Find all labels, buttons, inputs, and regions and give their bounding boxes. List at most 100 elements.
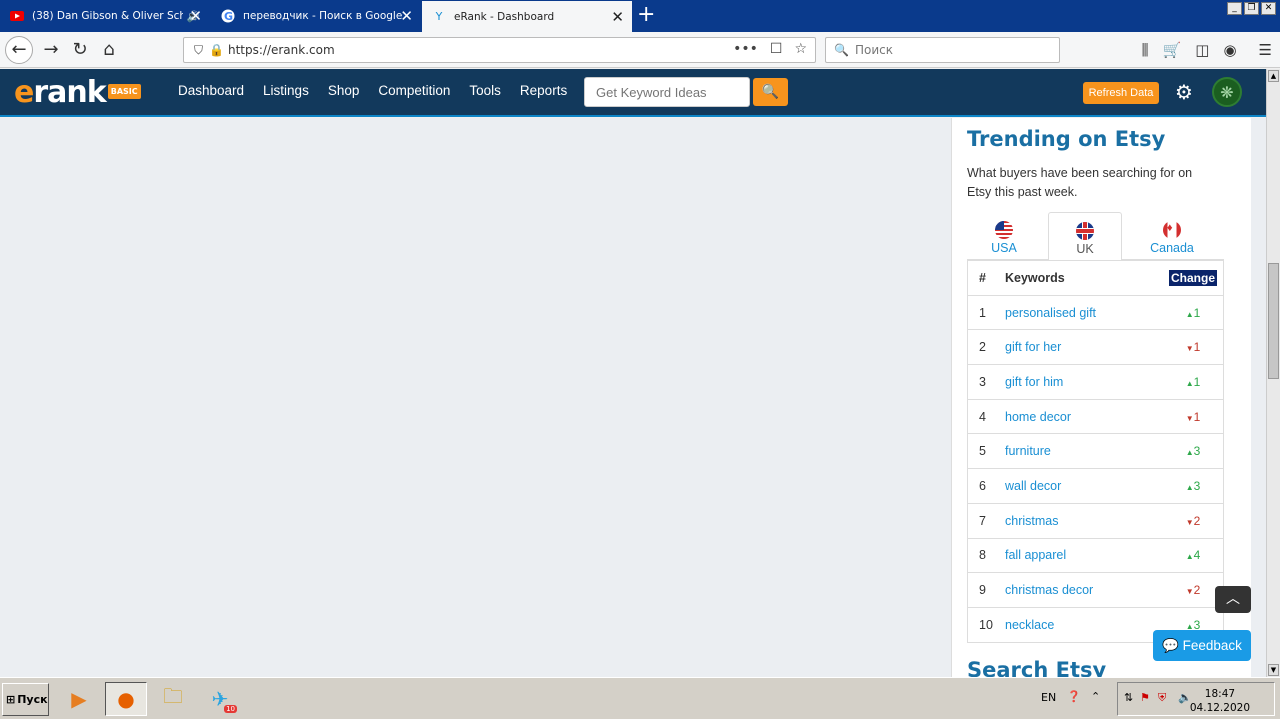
keyword-link[interactable]: personalised gift — [1005, 306, 1163, 320]
menu-reports[interactable]: Reports — [520, 83, 567, 98]
flag-icon[interactable]: ⚑ — [1140, 691, 1150, 704]
erank-logo[interactable]: erank BASIC — [14, 75, 141, 109]
sidebar-icon[interactable]: ◫ — [1195, 41, 1209, 59]
usa-flag-icon — [995, 221, 1013, 239]
row-num: 3 — [979, 374, 986, 389]
row-num: 9 — [979, 583, 986, 598]
change-value: ▲1 — [1163, 375, 1223, 389]
menu-competition[interactable]: Competition — [378, 83, 450, 98]
menu-icon[interactable]: ☰ — [1259, 41, 1272, 59]
tab-google[interactable]: G переводчик - Поиск в Google ✕ — [211, 0, 421, 32]
keyword-link[interactable]: wall decor — [1005, 479, 1163, 493]
url-text[interactable]: https://erank.com — [228, 43, 335, 57]
keyword-ideas-input[interactable] — [584, 77, 750, 107]
change-amount: 2 — [1193, 513, 1201, 528]
scroll-to-top-button[interactable]: ︿ — [1215, 586, 1251, 613]
close-icon[interactable]: ✕ — [189, 7, 202, 25]
table-header: # Keywords Change — [968, 260, 1223, 295]
firefox-icon: ● — [117, 687, 135, 711]
clock[interactable]: 18:47 04.12.2020 — [1190, 687, 1250, 715]
gear-icon[interactable]: ⚙ — [1175, 80, 1193, 104]
canada-flag-icon — [1163, 221, 1181, 239]
tab-canada[interactable]: Canada — [1135, 212, 1209, 261]
change-amount: 1 — [1193, 305, 1201, 320]
keyword-link[interactable]: furniture — [1005, 444, 1163, 458]
minimize-button[interactable]: _ — [1227, 2, 1242, 15]
scrollbar-thumb[interactable] — [1268, 263, 1279, 379]
keyword-link[interactable]: gift for her — [1005, 340, 1163, 354]
more-icon[interactable]: ••• — [733, 41, 758, 57]
security-icon[interactable]: ⛨ — [1158, 691, 1166, 705]
row-num: 2 — [979, 340, 986, 355]
media-player-icon: ▶ — [71, 687, 87, 711]
tab-youtube[interactable]: (38) Dan Gibson & Oliver Schro 🔊 ✕ — [0, 0, 210, 32]
keyword-link[interactable]: christmas decor — [1005, 583, 1163, 597]
table-row: 9 christmas decor ▼2 — [968, 572, 1223, 607]
trending-panel: Trending on Etsy What buyers have been s… — [951, 118, 1251, 677]
tab-title: переводчик - Поиск в Google — [243, 10, 403, 22]
help-icon[interactable]: ❓ — [1067, 690, 1081, 703]
keyword-link[interactable]: fall apparel — [1005, 548, 1163, 562]
feedback-label: Feedback — [1182, 638, 1242, 653]
forward-button[interactable]: → — [38, 38, 64, 62]
close-icon[interactable]: ✕ — [611, 8, 624, 26]
back-button[interactable]: ← — [5, 36, 33, 64]
row-num: 1 — [979, 305, 986, 320]
search-input[interactable]: 🔍 Поиск — [825, 37, 1060, 63]
menu-shop[interactable]: Shop — [328, 83, 360, 98]
start-button[interactable]: ⊞ Пуск — [2, 683, 49, 716]
tab-erank[interactable]: Y eRank - Dashboard ✕ — [422, 1, 632, 32]
tray-arrow-icon[interactable]: ⌃ — [1091, 690, 1100, 703]
change-value: ▲3 — [1163, 444, 1223, 458]
language-indicator[interactable]: EN — [1041, 691, 1056, 704]
keyword-link[interactable]: christmas — [1005, 514, 1163, 528]
tab-uk[interactable]: UK — [1048, 212, 1122, 261]
close-icon[interactable]: ✕ — [400, 7, 413, 25]
avatar[interactable]: ❋ — [1212, 77, 1242, 107]
logo-e: e — [14, 75, 34, 110]
star-icon[interactable]: ☆ — [794, 41, 807, 57]
menu-tools[interactable]: Tools — [469, 83, 501, 98]
shield-icon[interactable]: ⛉ — [194, 43, 203, 58]
url-bar[interactable]: ⛉ 🔒 https://erank.com ••• ☐ ☆ — [183, 37, 816, 63]
table-row: 5 furniture ▲3 — [968, 433, 1223, 468]
lock-icon[interactable]: 🔒 — [209, 43, 224, 57]
media-player-app[interactable]: ▶ — [58, 682, 100, 716]
table-row: 3 gift for him ▲1 — [968, 364, 1223, 399]
telegram-app[interactable]: ✈ 10 — [199, 682, 241, 716]
feedback-button[interactable]: 💬 Feedback — [1153, 630, 1251, 661]
cart-icon[interactable]: 🛒 — [1163, 41, 1182, 59]
keyword-link[interactable]: necklace — [1005, 618, 1163, 632]
library-icon[interactable]: ⫼ — [1142, 41, 1149, 59]
change-amount: 3 — [1193, 478, 1201, 493]
refresh-data-button[interactable]: Refresh Data — [1083, 82, 1159, 104]
table-row: 6 wall decor ▲3 — [968, 468, 1223, 503]
restore-button[interactable]: ❐ — [1244, 2, 1259, 15]
network-icon[interactable]: ⇅ — [1124, 691, 1133, 704]
pocket-icon[interactable]: ☐ — [770, 41, 783, 57]
explorer-app[interactable]: 🗀 — [152, 682, 194, 716]
page-scrollbar[interactable]: ▲ ▼ — [1266, 69, 1280, 677]
home-button[interactable]: ⌂ — [96, 38, 122, 62]
tab-usa[interactable]: USA — [967, 212, 1041, 261]
scroll-down-arrow[interactable]: ▼ — [1268, 664, 1279, 676]
scroll-up-arrow[interactable]: ▲ — [1268, 70, 1279, 82]
table-row: 2 gift for her ▼1 — [968, 329, 1223, 364]
keyword-search-button[interactable]: 🔍 — [753, 78, 788, 106]
reload-button[interactable]: ↻ — [67, 38, 93, 62]
firefox-app[interactable]: ● — [105, 682, 147, 716]
arrow-up-icon: ▲ — [1185, 552, 1194, 562]
keyword-link[interactable]: home decor — [1005, 410, 1163, 424]
main-menu: Dashboard Listings Shop Competition Tool… — [178, 83, 586, 98]
header-change[interactable]: Change — [1168, 269, 1217, 286]
row-num: 8 — [979, 548, 986, 563]
change-value: ▼2 — [1163, 514, 1223, 528]
keyword-link[interactable]: gift for him — [1005, 375, 1163, 389]
account-icon[interactable]: ◉ — [1223, 41, 1236, 59]
close-window-button[interactable]: ✕ — [1261, 2, 1276, 15]
menu-dashboard[interactable]: Dashboard — [178, 83, 244, 98]
telegram-badge: 10 — [224, 705, 237, 713]
tab-label: UK — [1076, 242, 1094, 256]
new-tab-button[interactable]: + — [637, 3, 655, 27]
menu-listings[interactable]: Listings — [263, 83, 309, 98]
